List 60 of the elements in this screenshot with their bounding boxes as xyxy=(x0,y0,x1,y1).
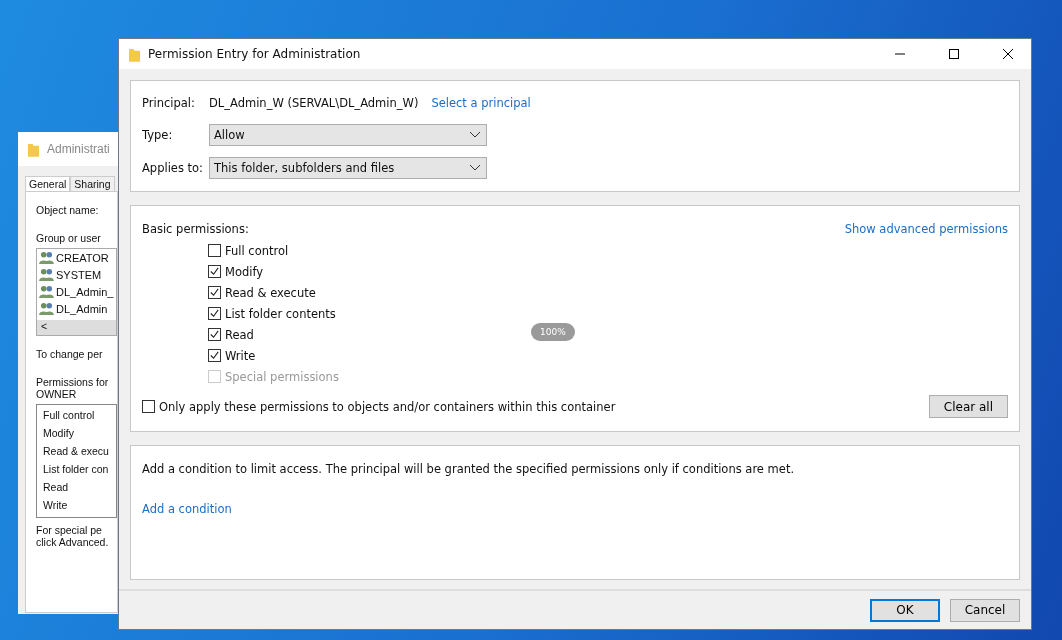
checkbox[interactable] xyxy=(208,307,221,320)
permission-name: List folder con xyxy=(43,463,110,477)
condition-text: Add a condition to limit access. The principal will be granted the specified permissions only if conditions are met. xyxy=(142,462,796,476)
chevron-down-icon xyxy=(470,132,480,138)
users-icon xyxy=(39,302,54,315)
object-name-label: Object name: xyxy=(36,204,100,216)
group-label: Group or user xyxy=(36,232,102,244)
users-icon xyxy=(39,251,54,264)
tab[interactable]: General xyxy=(25,176,71,191)
checkbox-label: Full control xyxy=(225,243,289,258)
checkbox-label: Read xyxy=(225,327,254,342)
basic-permissions-label: Basic permissions: xyxy=(142,222,249,236)
applies-to-label: Applies to: xyxy=(142,161,204,175)
select-principal-link[interactable]: Select a principal xyxy=(431,96,531,110)
principal-name: DL_Admin_W (SERVAL\DL_Admin_W) xyxy=(209,96,419,110)
window-title: Permission Entry for Administration xyxy=(148,47,361,61)
checkbox[interactable] xyxy=(142,400,155,413)
ok-button[interactable]: OK xyxy=(870,598,940,622)
checkbox-label: Modify xyxy=(225,264,264,279)
cancel-button[interactable]: Cancel xyxy=(950,598,1020,622)
scrollbar[interactable]: < xyxy=(37,320,116,335)
window-title: Administrati xyxy=(47,142,110,156)
users-icon xyxy=(39,285,54,298)
permission-name: Full control xyxy=(43,409,96,423)
maximize-icon[interactable] xyxy=(949,49,959,59)
zoom-badge: 100% xyxy=(531,323,575,341)
permission-name: Read & execu xyxy=(43,445,110,459)
type-label: Type: xyxy=(142,128,174,142)
checkbox[interactable] xyxy=(208,265,221,278)
close-icon[interactable] xyxy=(1003,49,1013,59)
chevron-down-icon xyxy=(470,165,480,171)
principal-label: Principal: xyxy=(142,96,196,110)
type-dropdown[interactable]: Allow xyxy=(209,124,487,146)
checkbox-label: Special permissions xyxy=(225,369,339,384)
tab[interactable]: Sharing xyxy=(70,176,115,191)
folder-icon xyxy=(28,141,39,157)
user-item[interactable]: CREATOR xyxy=(39,249,116,266)
user-item[interactable]: DL_Admin_ xyxy=(39,283,116,300)
change-text: To change per xyxy=(36,348,104,360)
checkbox[interactable] xyxy=(208,286,221,299)
folder-icon xyxy=(129,46,140,62)
applies-to-dropdown[interactable]: This folder, subfolders and files xyxy=(209,157,487,179)
checkbox[interactable] xyxy=(208,328,221,341)
checkbox-label: Read & execute xyxy=(225,285,316,300)
user-item[interactable]: DL_Admin xyxy=(39,300,116,317)
checkbox[interactable] xyxy=(208,244,221,257)
special-text: For special pe click Advanced. xyxy=(36,524,110,548)
checkbox-label: Write xyxy=(225,348,256,363)
checkbox-label: Only apply these permissions to objects and/or containers within this container xyxy=(159,399,616,414)
permission-name: Read xyxy=(43,481,70,495)
checkbox-label: List folder contents xyxy=(225,306,336,321)
users-icon xyxy=(39,268,54,281)
show-advanced-link[interactable]: Show advanced permissions xyxy=(844,222,1008,236)
add-condition-link[interactable]: Add a condition xyxy=(142,502,232,516)
user-item[interactable]: SYSTEM xyxy=(39,266,116,283)
clear-all-button[interactable]: Clear all xyxy=(928,395,1008,418)
checkbox[interactable] xyxy=(208,349,221,362)
permission-name: Modify xyxy=(43,427,75,441)
permission-name: Write xyxy=(43,499,69,513)
permissions-label: Permissions for OWNER xyxy=(36,376,110,400)
